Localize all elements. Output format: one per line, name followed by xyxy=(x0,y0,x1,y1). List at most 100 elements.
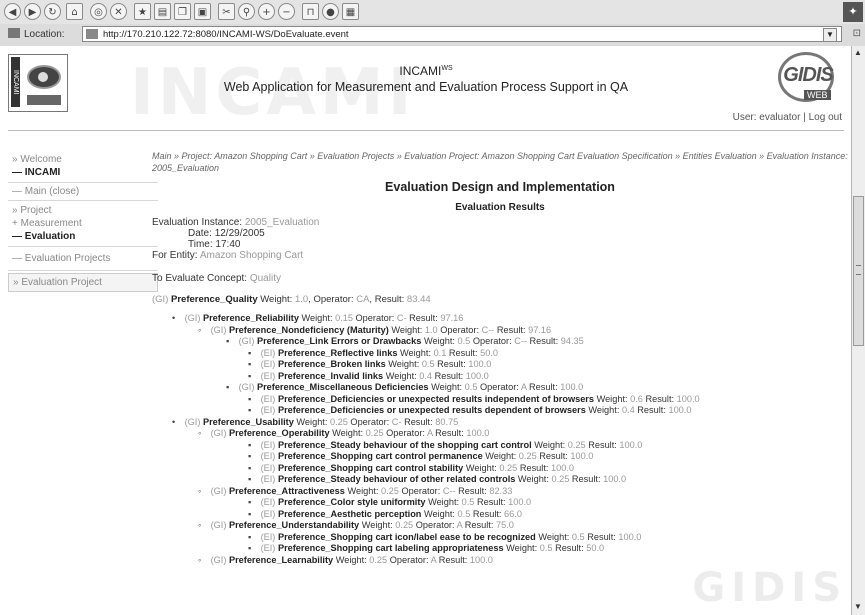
gidis-logo-text: GIDIS xyxy=(783,64,833,86)
tree-weight: 0.5 xyxy=(539,543,553,553)
back-icon[interactable]: ◀ xyxy=(4,3,21,20)
tree-row: ▪ (EI) Preference_Reflective links Weigh… xyxy=(152,348,848,360)
tree-bullet: ▪ xyxy=(248,347,252,358)
cut-icon[interactable]: ✂ xyxy=(218,3,235,20)
vertical-scrollbar[interactable]: ▲ ▼ xyxy=(851,46,865,615)
tree-row: ▪ (EI) Preference_Shopping cart icon/lab… xyxy=(152,532,848,544)
tree-result-label: Result: xyxy=(464,520,494,530)
tree-result: 100.0 xyxy=(603,474,627,484)
bookmark-icon[interactable]: ★ xyxy=(134,3,151,20)
lock-icon[interactable]: ⊓ xyxy=(302,3,319,20)
location-label-text: Location: xyxy=(24,29,65,40)
time-value: 17:40 xyxy=(215,239,241,250)
zoom-out-icon[interactable]: − xyxy=(278,3,295,20)
copy-icon[interactable]: ❐ xyxy=(174,3,191,20)
home-icon[interactable]: ⌂ xyxy=(66,3,83,20)
nav-evaluation[interactable]: — Evaluation xyxy=(8,230,158,246)
paste-icon[interactable]: ▣ xyxy=(194,3,211,20)
tree-result: 82.33 xyxy=(489,485,513,496)
root-indicator: (GI) Preference_Quality Weight: 1.0, Ope… xyxy=(152,294,848,305)
tree-result-label: Result: xyxy=(637,405,666,415)
stop-icon[interactable]: ✕ xyxy=(110,3,127,20)
tree-result-label: Result: xyxy=(435,428,464,438)
tree-bullet: ▪ xyxy=(248,451,252,461)
gidis-logo: GIDIS WEB xyxy=(774,50,838,110)
tree-weight: 0.5 xyxy=(571,531,585,542)
tree-weight-label: Weight: xyxy=(517,474,549,484)
nav-evaluation-projects[interactable]: — Evaluation Projects xyxy=(8,247,158,271)
side-panel-icon[interactable]: ⊡ xyxy=(853,28,861,39)
zoom-in-icon[interactable]: + xyxy=(258,3,275,20)
globe-icon[interactable]: ● xyxy=(322,3,339,20)
tree-bullet: ▪ xyxy=(248,359,252,369)
tree-tag: (EI) xyxy=(260,370,276,381)
tree-name: Preference_Operability xyxy=(228,428,330,438)
tree-result: 100.0 xyxy=(676,393,700,404)
instance-label: Evaluation Instance: xyxy=(152,217,243,228)
tree-result: 100.0 xyxy=(465,370,489,381)
search-icon[interactable]: ◎ xyxy=(90,3,107,20)
url-dropdown-icon[interactable]: ▼ xyxy=(823,28,837,42)
tree-tag: (GI) xyxy=(210,428,227,438)
tree-operator: C-- xyxy=(481,324,495,335)
scroll-down-icon[interactable]: ▼ xyxy=(853,601,863,613)
tree-result-label: Result: xyxy=(519,462,549,473)
nav-evaluation-project[interactable]: » Evaluation Project xyxy=(8,273,158,292)
tree-bullet: ◦ xyxy=(198,485,202,496)
scroll-thumb[interactable] xyxy=(853,196,864,346)
tree-result-label: Result: xyxy=(587,531,616,542)
nav-main[interactable]: — Main (close) xyxy=(8,183,158,201)
tree-result-label: Result: xyxy=(458,485,487,496)
reload-icon[interactable]: ↻ xyxy=(44,3,61,20)
tree-tag: (EI) xyxy=(260,405,276,415)
tree-weight: 0.25 xyxy=(395,520,414,530)
forward-icon[interactable]: ▶ xyxy=(24,3,41,20)
tree-name: Preference_Deficiencies or unexpected re… xyxy=(277,405,586,415)
tree-weight-label: Weight: xyxy=(431,382,463,392)
tree-weight: 0.5 xyxy=(421,359,435,369)
tree-tag: (EI) xyxy=(260,359,276,369)
nav-welcome[interactable]: » Welcome xyxy=(8,150,158,166)
tree-operator-label: Operator: xyxy=(480,382,519,392)
tree-weight-label: Weight: xyxy=(588,405,620,415)
tree-tag: (EI) xyxy=(260,439,276,450)
tree-weight-label: Weight: xyxy=(301,313,333,323)
tree-weight-label: Weight: xyxy=(465,462,497,473)
tree-weight: 0.4 xyxy=(621,405,635,415)
tree-weight-label: Weight: xyxy=(506,543,538,553)
tree-result-label: Result: xyxy=(476,497,506,507)
tree-result-label: Result: xyxy=(529,336,559,346)
tree-weight: 0.25 xyxy=(381,485,399,496)
nav-incami[interactable]: — INCAMI xyxy=(8,166,158,182)
url-input[interactable]: http://170.210.122.72:8080/INCAMI-WS/DoE… xyxy=(82,26,842,42)
print-icon[interactable]: ▤ xyxy=(154,3,171,20)
tree-weight: 0.25 xyxy=(518,451,537,461)
tree-bullet: ▪ xyxy=(248,497,252,507)
tree-result-label: Result: xyxy=(448,347,478,358)
grid-icon[interactable]: ▦ xyxy=(342,3,359,20)
tree-weight-label: Weight: xyxy=(400,347,431,358)
tree-operator-label: Operator: xyxy=(389,554,429,565)
logout-link[interactable]: Log out xyxy=(809,112,842,123)
tree-weight: 0.4 xyxy=(419,370,433,381)
breadcrumb[interactable]: Main » Project: Amazon Shopping Cart » E… xyxy=(152,150,848,174)
tree-operator: A xyxy=(520,382,527,392)
tree-operator: A xyxy=(456,520,463,530)
tree-tag: (GI) xyxy=(210,324,227,335)
root-result-label: Result: xyxy=(374,294,405,305)
tree-tag: (EI) xyxy=(260,393,276,404)
tree-result: 66.0 xyxy=(504,508,522,519)
nav-measurement[interactable]: + Measurement xyxy=(8,217,158,230)
nav-project[interactable]: » Project xyxy=(8,201,158,217)
tree-result-label: Result: xyxy=(438,554,468,565)
tree-tag: (GI) xyxy=(184,416,201,427)
tree-result: 75.0 xyxy=(495,520,514,530)
tree-bullet: ▪ xyxy=(248,439,252,450)
tree-name: Preference_Aesthetic perception xyxy=(277,508,422,519)
root-operator: CA xyxy=(356,294,370,305)
tree-operator: C- xyxy=(396,313,407,323)
tree-result: 100.0 xyxy=(468,359,492,369)
scroll-up-icon[interactable]: ▲ xyxy=(853,48,863,58)
find-icon[interactable]: ⚲ xyxy=(238,3,255,20)
tree-operator: C-- xyxy=(442,485,456,496)
